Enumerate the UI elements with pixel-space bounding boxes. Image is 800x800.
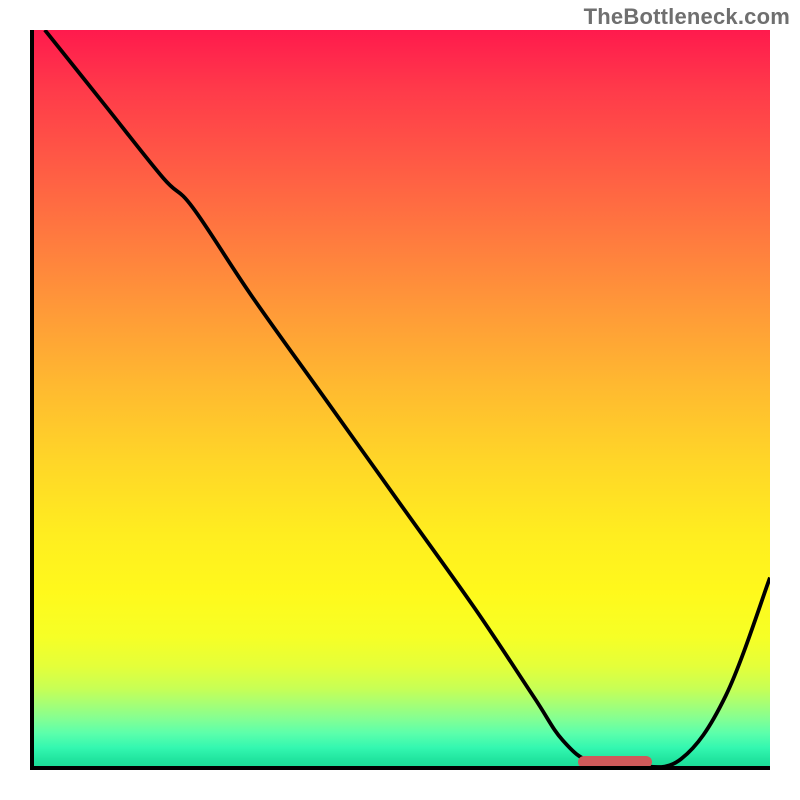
bottleneck-curve [30,30,770,770]
optimum-marker [578,756,652,768]
watermark-text: TheBottleneck.com [584,4,790,30]
bottleneck-curve-path [45,30,770,767]
plot-area [30,30,770,770]
chart-container: TheBottleneck.com [0,0,800,800]
